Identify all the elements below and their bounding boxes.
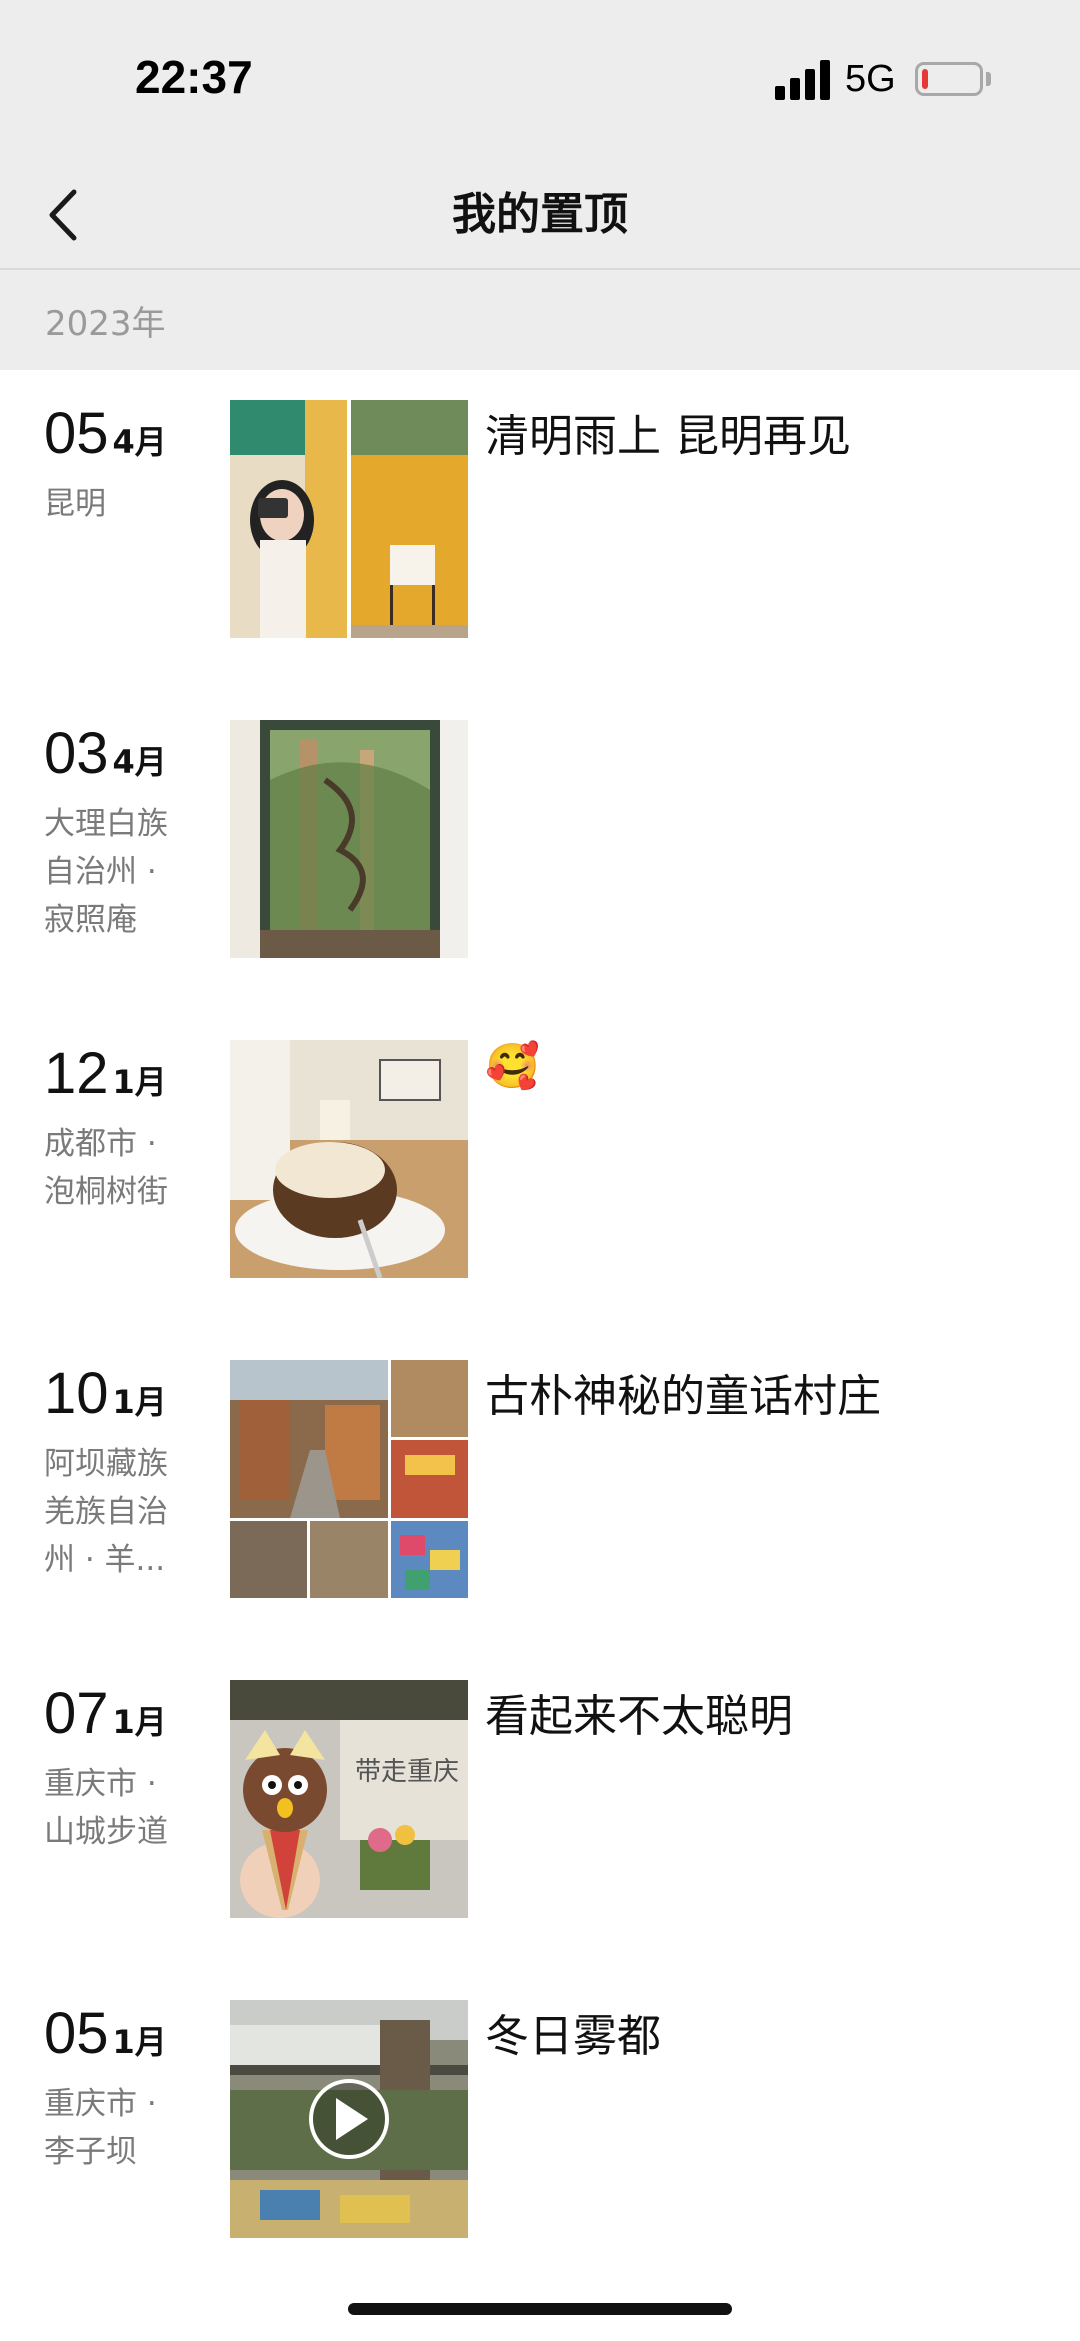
home-indicator[interactable]: [348, 2303, 732, 2315]
post-date: 03 4月: [44, 720, 167, 787]
post-month: 4月: [112, 423, 167, 461]
photo-grid-image: [230, 1360, 468, 1598]
post-thumbnail[interactable]: [230, 400, 468, 638]
back-button[interactable]: [38, 180, 94, 250]
post-month: 1月: [112, 1703, 167, 1741]
battery-tip: [986, 72, 991, 86]
post-date: 05 4月: [44, 400, 167, 467]
navigation-bar: 我的置顶: [0, 160, 1080, 270]
post-date: 05 1月: [44, 2000, 167, 2067]
post-video-thumbnail[interactable]: [230, 2000, 468, 2238]
battery-level: [922, 69, 928, 89]
nav-divider: [0, 268, 1080, 270]
play-icon[interactable]: [230, 2000, 468, 2238]
post-day: 03: [44, 721, 109, 786]
post-location: 阿坝藏族羌族自治州 · 羊...: [44, 1446, 168, 1578]
post-month: 4月: [112, 743, 167, 781]
photo-image: [230, 400, 468, 638]
list-item[interactable]: 05 4月 昆明 清明雨上 昆明再见: [0, 370, 1080, 638]
page-title: 我的置顶: [452, 189, 628, 240]
photo-image: [230, 720, 468, 958]
post-month: 1月: [112, 1063, 167, 1101]
list-item[interactable]: 03 4月 大理白族自治州 · 寂照庵: [0, 690, 1080, 958]
signal-icon: [775, 58, 831, 100]
post-location: 重庆市 · 李子坝: [44, 2086, 157, 2170]
year-label: 2023年: [45, 304, 166, 344]
list-item[interactable]: 07 1月 重庆市 · 山城步道 带走重庆 看起来不太聪明: [0, 1650, 1080, 1918]
post-thumbnail[interactable]: [230, 1040, 468, 1278]
top-header: 22:37 5G 我的置顶 2023年: [0, 0, 1080, 370]
network-type: 5G: [845, 58, 896, 100]
status-time: 22:37: [135, 51, 253, 103]
post-caption: 清明雨上 昆明再见: [485, 411, 851, 462]
post-caption: 看起来不太聪明: [485, 1691, 793, 1742]
post-date: 10 1月: [44, 1360, 167, 1427]
post-date: 07 1月: [44, 1680, 167, 1747]
status-bar: 22:37 5G: [0, 0, 1080, 160]
post-month: 1月: [112, 2023, 167, 2061]
chevron-left-icon: [49, 189, 77, 241]
sign-text: 带走重庆: [355, 1757, 459, 1787]
photo-image: [230, 1040, 468, 1278]
post-day: 10: [44, 1361, 109, 1426]
post-month: 1月: [112, 1383, 167, 1421]
post-location: 大理白族自治州 · 寂照庵: [44, 806, 168, 938]
post-date: 12 1月: [44, 1040, 167, 1107]
list-item[interactable]: 12 1月 成都市 · 泡桐树街 🥰: [0, 1010, 1080, 1278]
post-thumbnail[interactable]: [230, 720, 468, 958]
post-location: 重庆市 · 山城步道: [44, 1766, 168, 1850]
post-thumbnail[interactable]: 带走重庆: [230, 1680, 468, 1918]
post-thumbnail[interactable]: [230, 1360, 468, 1598]
post-caption: 古朴神秘的童话村庄: [485, 1371, 881, 1422]
list-item[interactable]: 05 1月 重庆市 · 李子坝 冬日雾都: [0, 1970, 1080, 2238]
battery-icon: [915, 62, 983, 96]
post-day: 05: [44, 2001, 109, 2066]
post-day: 07: [44, 1681, 109, 1746]
post-caption: 🥰: [485, 1041, 540, 1092]
post-caption: 冬日雾都: [485, 2011, 661, 2062]
post-location: 成都市 · 泡桐树街: [44, 1126, 168, 1210]
post-location: 昆明: [44, 486, 106, 522]
list-item[interactable]: 10 1月 阿坝藏族羌族自治州 · 羊... 古朴神秘的童话村庄: [0, 1330, 1080, 1598]
post-day: 12: [44, 1041, 109, 1106]
post-day: 05: [44, 401, 109, 466]
photo-image: 带走重庆: [230, 1680, 468, 1918]
